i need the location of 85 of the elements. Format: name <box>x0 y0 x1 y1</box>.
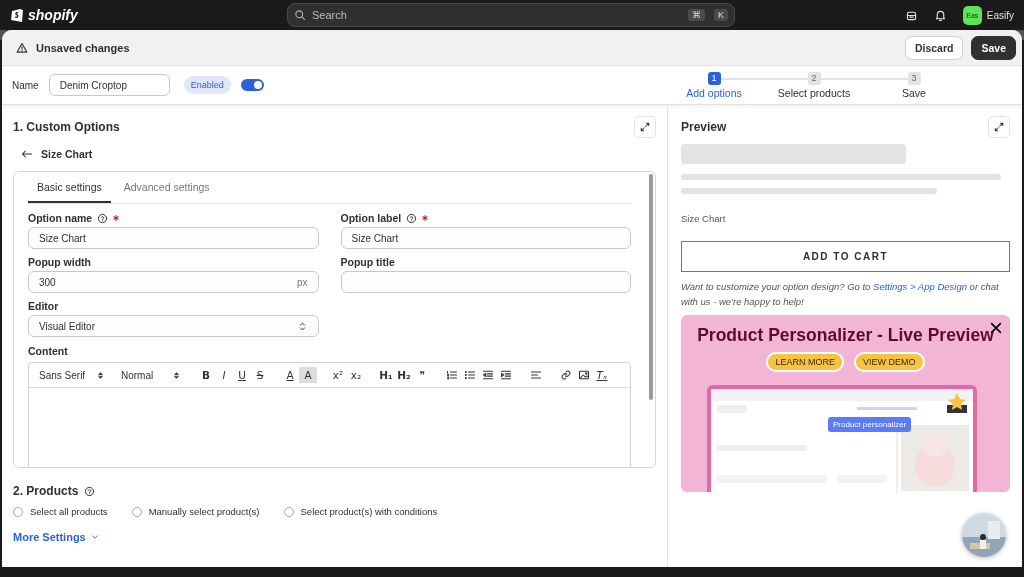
step-number[interactable]: 1 <box>707 71 721 85</box>
more-settings-link[interactable]: More Settings <box>13 531 100 543</box>
text-field[interactable]: Size Chart <box>340 227 631 249</box>
unit-suffix: px <box>296 276 308 288</box>
option-label: Size Chart <box>681 213 727 224</box>
section-title: 1. Custom Options <box>13 120 120 134</box>
product-radio[interactable]: Manually select product(s) <box>131 506 260 517</box>
store-name[interactable]: Easify <box>986 9 1014 21</box>
app-design-link[interactable]: Settings > App Design <box>873 281 967 292</box>
text-field[interactable] <box>340 271 631 293</box>
settings-tab[interactable]: Advanced settings <box>114 172 219 203</box>
indent-icon <box>500 369 512 381</box>
step-number[interactable]: 2 <box>807 71 821 85</box>
text-field[interactable]: Size Chart <box>28 227 319 249</box>
scrollbar[interactable] <box>649 174 653 400</box>
name-label: Name <box>12 79 39 91</box>
quote-tool[interactable]: ❞ <box>413 367 431 383</box>
bullet-list-icon <box>464 369 476 381</box>
promo-banner[interactable]: Product Personalizer - Live Preview LEARN MORE VIEW DEMO Product personalizer <box>681 315 1010 492</box>
warning-icon <box>16 41 28 54</box>
shortcut-key: K <box>714 9 728 21</box>
sort-caret-icon <box>172 370 181 380</box>
step-label[interactable]: Add options <box>686 86 742 99</box>
back-arrow-icon <box>21 148 33 160</box>
banner-title: Product Personalizer - Live Preview <box>697 325 994 346</box>
superscript-tool[interactable]: x² <box>329 367 347 383</box>
search-field[interactable]: Search ⌘ K <box>287 3 735 27</box>
align-icon <box>530 369 542 381</box>
sort-caret-icon <box>96 370 105 380</box>
unsaved-title: Unsaved changes <box>36 41 131 54</box>
search-icon <box>294 9 306 21</box>
subscript-tool[interactable]: x₂ <box>347 367 365 383</box>
option-title: Size Chart <box>41 148 93 160</box>
section-title: 2. Products <box>13 484 79 498</box>
preview-title: Preview <box>681 120 727 134</box>
product-radio[interactable]: Select product(s) with conditions <box>283 506 438 517</box>
field-label: Popup width <box>28 256 91 268</box>
feature-tag: Product personalizer <box>828 417 912 432</box>
heading-tool[interactable]: H₁ <box>377 367 395 383</box>
background-tool[interactable]: A <box>299 367 317 383</box>
shortcut-key: ⌘ <box>688 9 705 21</box>
product-radio[interactable]: Select all products <box>13 506 108 517</box>
strike-tool[interactable]: S <box>251 367 269 383</box>
field-label: Option label <box>340 212 402 224</box>
help-text: Want to customize your option design? Go to Settings > App Design or chat with us - we're happy to help! <box>681 280 1000 309</box>
field-label: Popup title <box>340 256 395 268</box>
logo-text[interactable]: shopify <box>28 7 78 23</box>
expand-button[interactable] <box>988 116 1010 138</box>
text-field[interactable]: 300 px <box>28 271 319 293</box>
underline-tool[interactable]: U <box>233 367 251 383</box>
font-dropdown[interactable]: Sans Serif <box>39 369 105 381</box>
outdent-icon <box>482 369 494 381</box>
field-label: Editor <box>28 300 59 312</box>
notification-icon <box>933 8 947 22</box>
content-editor[interactable]: Sans Serif Normal B I U S A A x² x₂ H₁ H₂ ❞ Tₓ <box>28 362 631 467</box>
italic-tool[interactable]: I <box>215 367 233 383</box>
bold-tool[interactable]: B <box>197 367 215 383</box>
expand-icon <box>993 121 1005 133</box>
content-label: Content <box>28 345 69 357</box>
discard-button[interactable]: Discard <box>904 35 964 60</box>
bag-logo-icon <box>10 7 24 23</box>
step-label[interactable]: Save <box>902 86 926 99</box>
editor-select[interactable]: Visual Editor <box>28 315 319 337</box>
expand-button[interactable] <box>634 116 656 138</box>
size-dropdown[interactable]: Normal <box>121 369 181 381</box>
add-to-cart-button[interactable]: ADD TO CART <box>681 241 1010 272</box>
name-field[interactable]: Denim Croptop <box>48 74 170 96</box>
settings-tab[interactable]: Basic settings <box>28 172 111 203</box>
enable-toggle[interactable] <box>240 79 264 91</box>
clear-tool[interactable]: Tₓ <box>593 367 611 383</box>
link-icon <box>560 369 572 381</box>
chevron-down-icon <box>89 532 100 542</box>
image-icon <box>578 369 590 381</box>
banner-button[interactable]: VIEW DEMO <box>854 352 925 372</box>
step-number[interactable]: 3 <box>907 71 921 85</box>
status-badge: Enabled <box>183 76 231 94</box>
save-button[interactable]: Save <box>971 35 1016 60</box>
heading-tool[interactable]: H₂ <box>395 367 413 383</box>
banner-button[interactable]: LEARN MORE <box>766 352 844 372</box>
help-icon <box>84 485 96 497</box>
step-label[interactable]: Select products <box>777 86 851 99</box>
ordered-list-icon <box>446 369 458 381</box>
color-tool[interactable]: A <box>281 367 299 383</box>
expand-icon <box>639 121 651 133</box>
field-label: Option name <box>28 212 93 224</box>
